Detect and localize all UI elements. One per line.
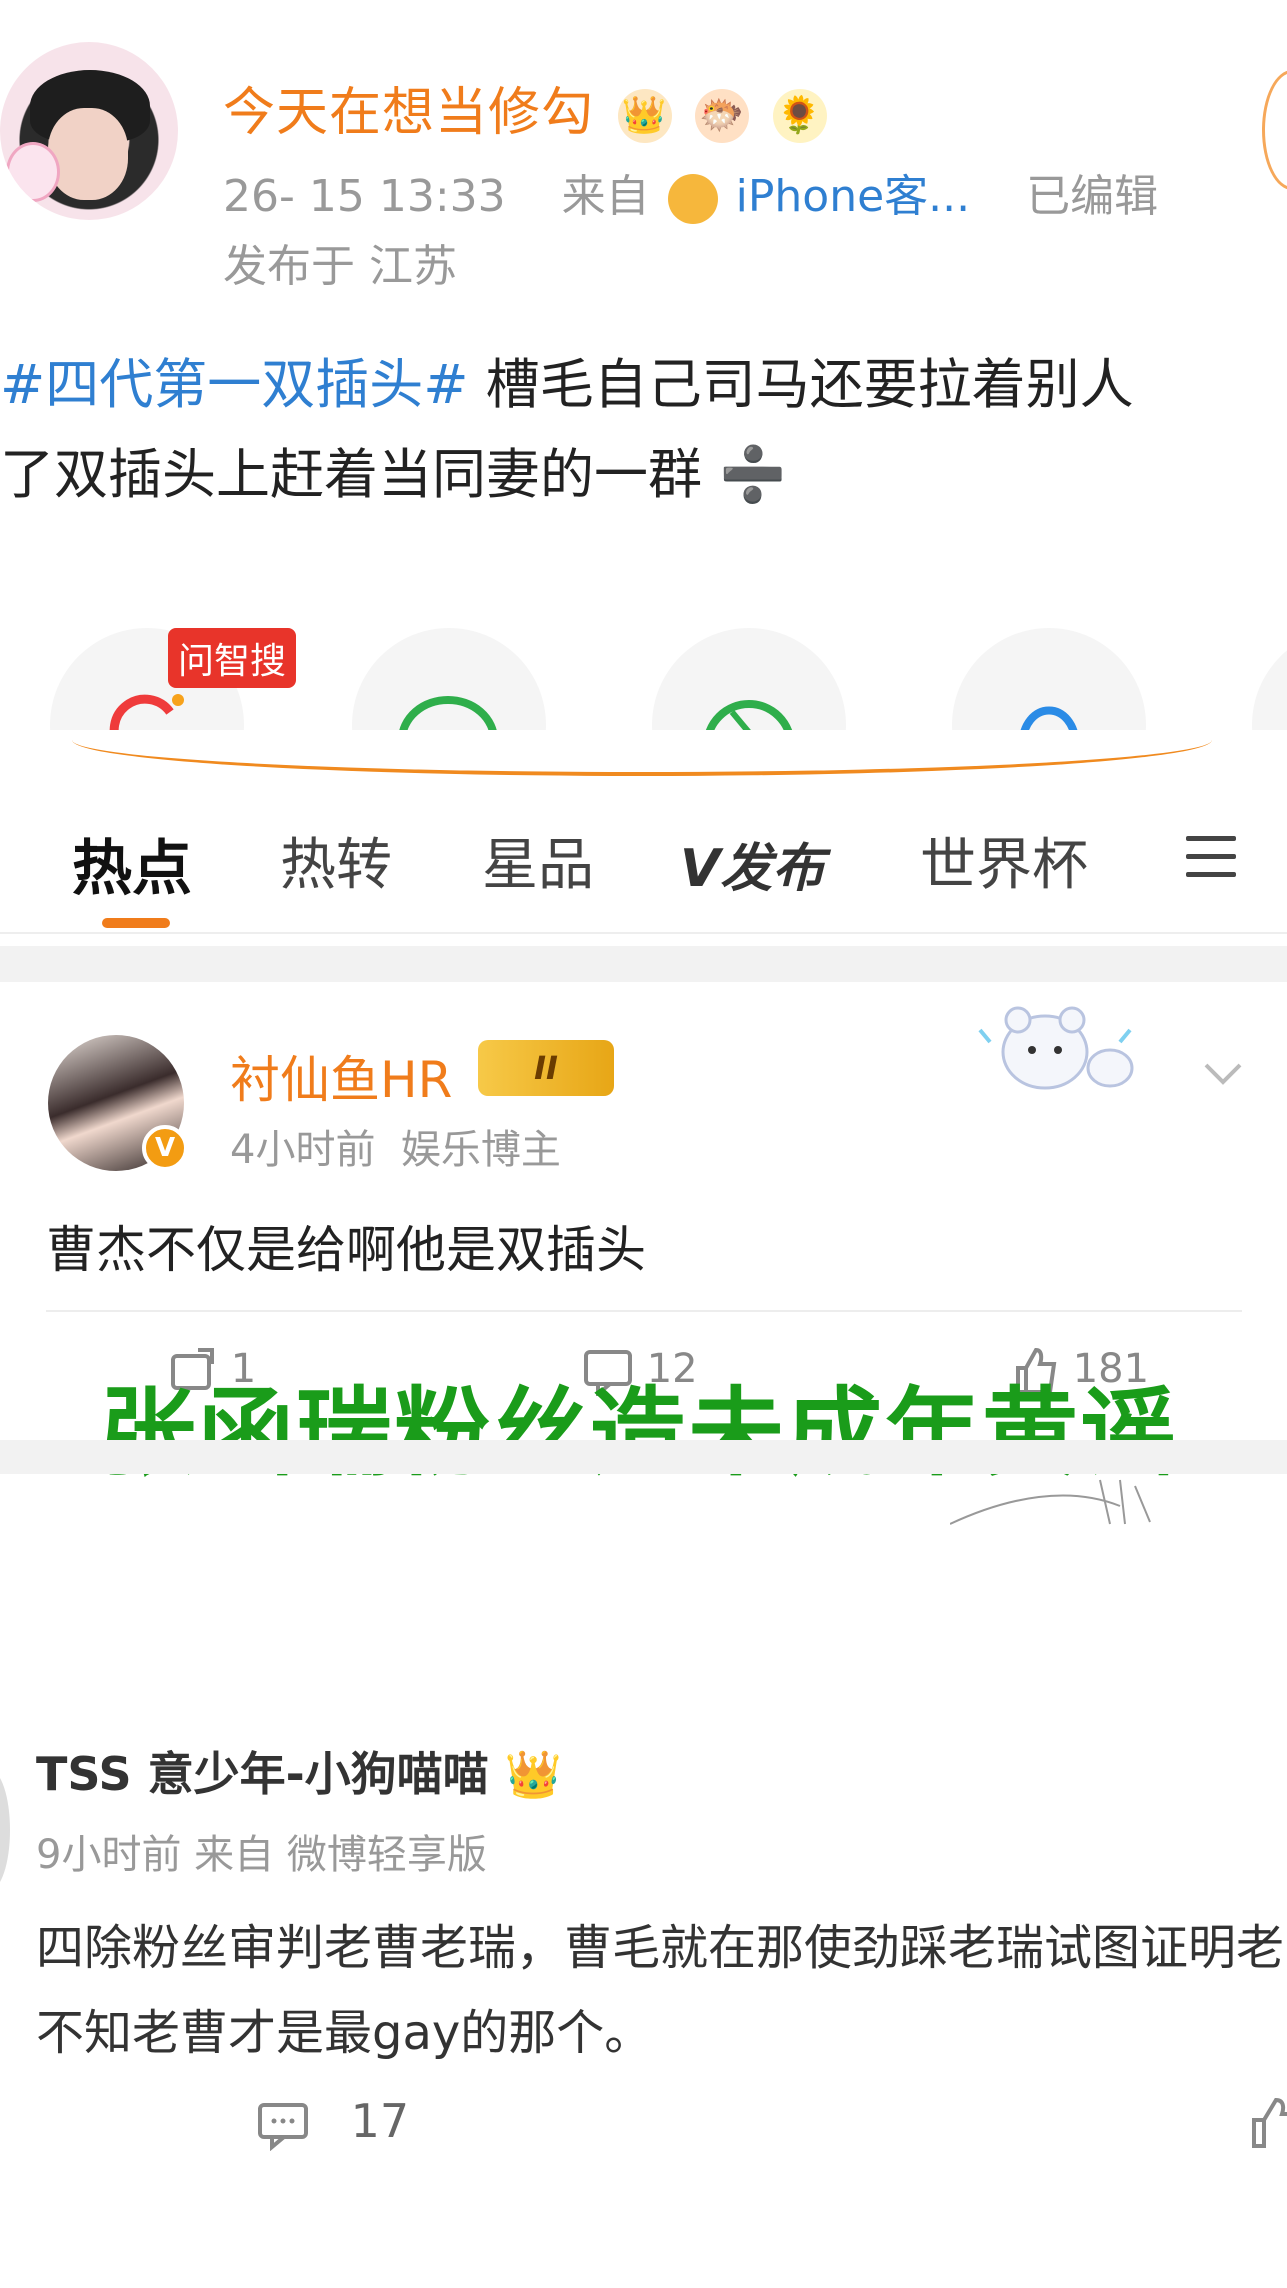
section-separator [0,946,1287,982]
post-body: 曹杰不仅是给啊他是双插头 [46,1221,646,1279]
tab-repost[interactable]: 热转 [280,820,392,901]
post-meta: 9小时前 来自 微博轻享版 [36,1832,487,1878]
active-tab-indicator [102,918,170,928]
comment-icon [258,2102,308,2151]
section-separator [0,1440,1287,1474]
post-meta: 4小时前 娱乐博主 [230,1117,561,1175]
crown-badge-icon[interactable]: 👑 [617,89,672,143]
divider [0,932,1287,934]
wechat-icon [399,696,497,730]
verified-badge-icon: V [142,1125,188,1171]
member-level-badge[interactable]: II [478,1040,614,1096]
sunflower-badge-icon[interactable]: 🌻 [772,89,827,143]
hashtag-link[interactable]: #四代第一双插头# [0,353,469,416]
post-author-name[interactable]: 今天在想当修勾 👑 🐡 🌻 [223,70,827,145]
comment-button[interactable]: 17 [256,2094,409,2151]
author-role: 娱乐博主 [400,1127,561,1173]
tab-publish[interactable]: V发布 [680,826,824,901]
menu-icon[interactable] [1186,836,1236,877]
edited-label[interactable]: 已编辑 [1026,171,1158,222]
post-meta: 26-‌ 15 13:33 来自 iPhone客... 已编辑 [223,160,1158,224]
like-icon[interactable] [1250,2094,1287,2150]
post-author-name[interactable]: 衬仙鱼HR [230,1040,452,1112]
tab-worldcup[interactable]: 世界杯 [920,820,1088,901]
follow-button[interactable] [1262,70,1287,190]
ai-search-tag: 问智搜 [168,628,297,688]
post-text-line: 了双插头上赶着当同妻的一群 ➗ [0,443,787,506]
cat-icon [667,174,718,224]
share-moments-button[interactable] [652,628,846,730]
post-text-line: 不知老曹才是最gay的那个。 [36,2005,653,2061]
sketch-decoration-icon [950,1479,1151,1525]
post-body: #四代第一双插头# 槽毛自己司马还要拉着别人 了双插头上赶着当同妻的一群 ➗ [0,340,1287,520]
source-prefix: 来自 [561,171,650,222]
avatar-sticker-decoration [6,142,60,202]
post-text-line: 四除粉丝审判老曹老瑞，曹毛就在那使劲踩老瑞试图证明老 [36,1920,1285,1976]
username-text: 今天在想当修勾 [223,83,595,143]
moments-icon [705,700,793,730]
post-time: 4小时前 [230,1127,376,1173]
avatar[interactable] [0,42,178,220]
post-source-link[interactable]: iPhone客... [736,171,970,222]
share-qq-button[interactable] [952,628,1146,730]
bear-sticker-icon [978,1006,1134,1090]
panel-edge-decoration [72,740,1212,776]
avatar-face [48,108,128,200]
post-location: 发布于 江苏 [223,241,457,292]
qq-icon [1020,706,1078,730]
share-more-button[interactable] [1252,628,1287,730]
avatar[interactable] [0,1770,10,1890]
post-text-line: 槽毛自己司马还要拉着别人 [468,353,1134,416]
divider [46,1310,1242,1312]
fish-badge-icon[interactable]: 🐡 [695,89,750,143]
post-author-name[interactable]: TSS‌ 意少年-小狗喵喵 👑 [36,1738,562,1804]
tab-star[interactable]: 星品 [482,820,594,901]
tab-hot[interactable]: 热点 [72,820,192,907]
chevron-down-icon[interactable] [1200,1050,1246,1096]
comment-count: 17 [350,2094,410,2148]
post-time: 26-‌ 15 13:33 [223,171,506,222]
share-wechat-button[interactable] [352,628,546,730]
